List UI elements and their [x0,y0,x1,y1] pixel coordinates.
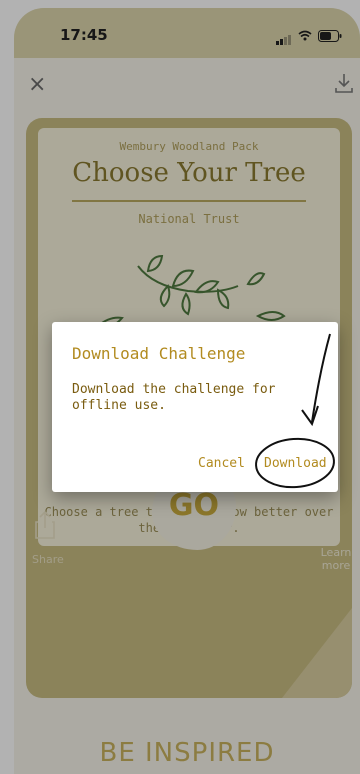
cancel-button[interactable]: Cancel [198,456,245,471]
annotation-arrow-icon [255,333,335,489]
dialog-title: Download Challenge [72,344,246,363]
